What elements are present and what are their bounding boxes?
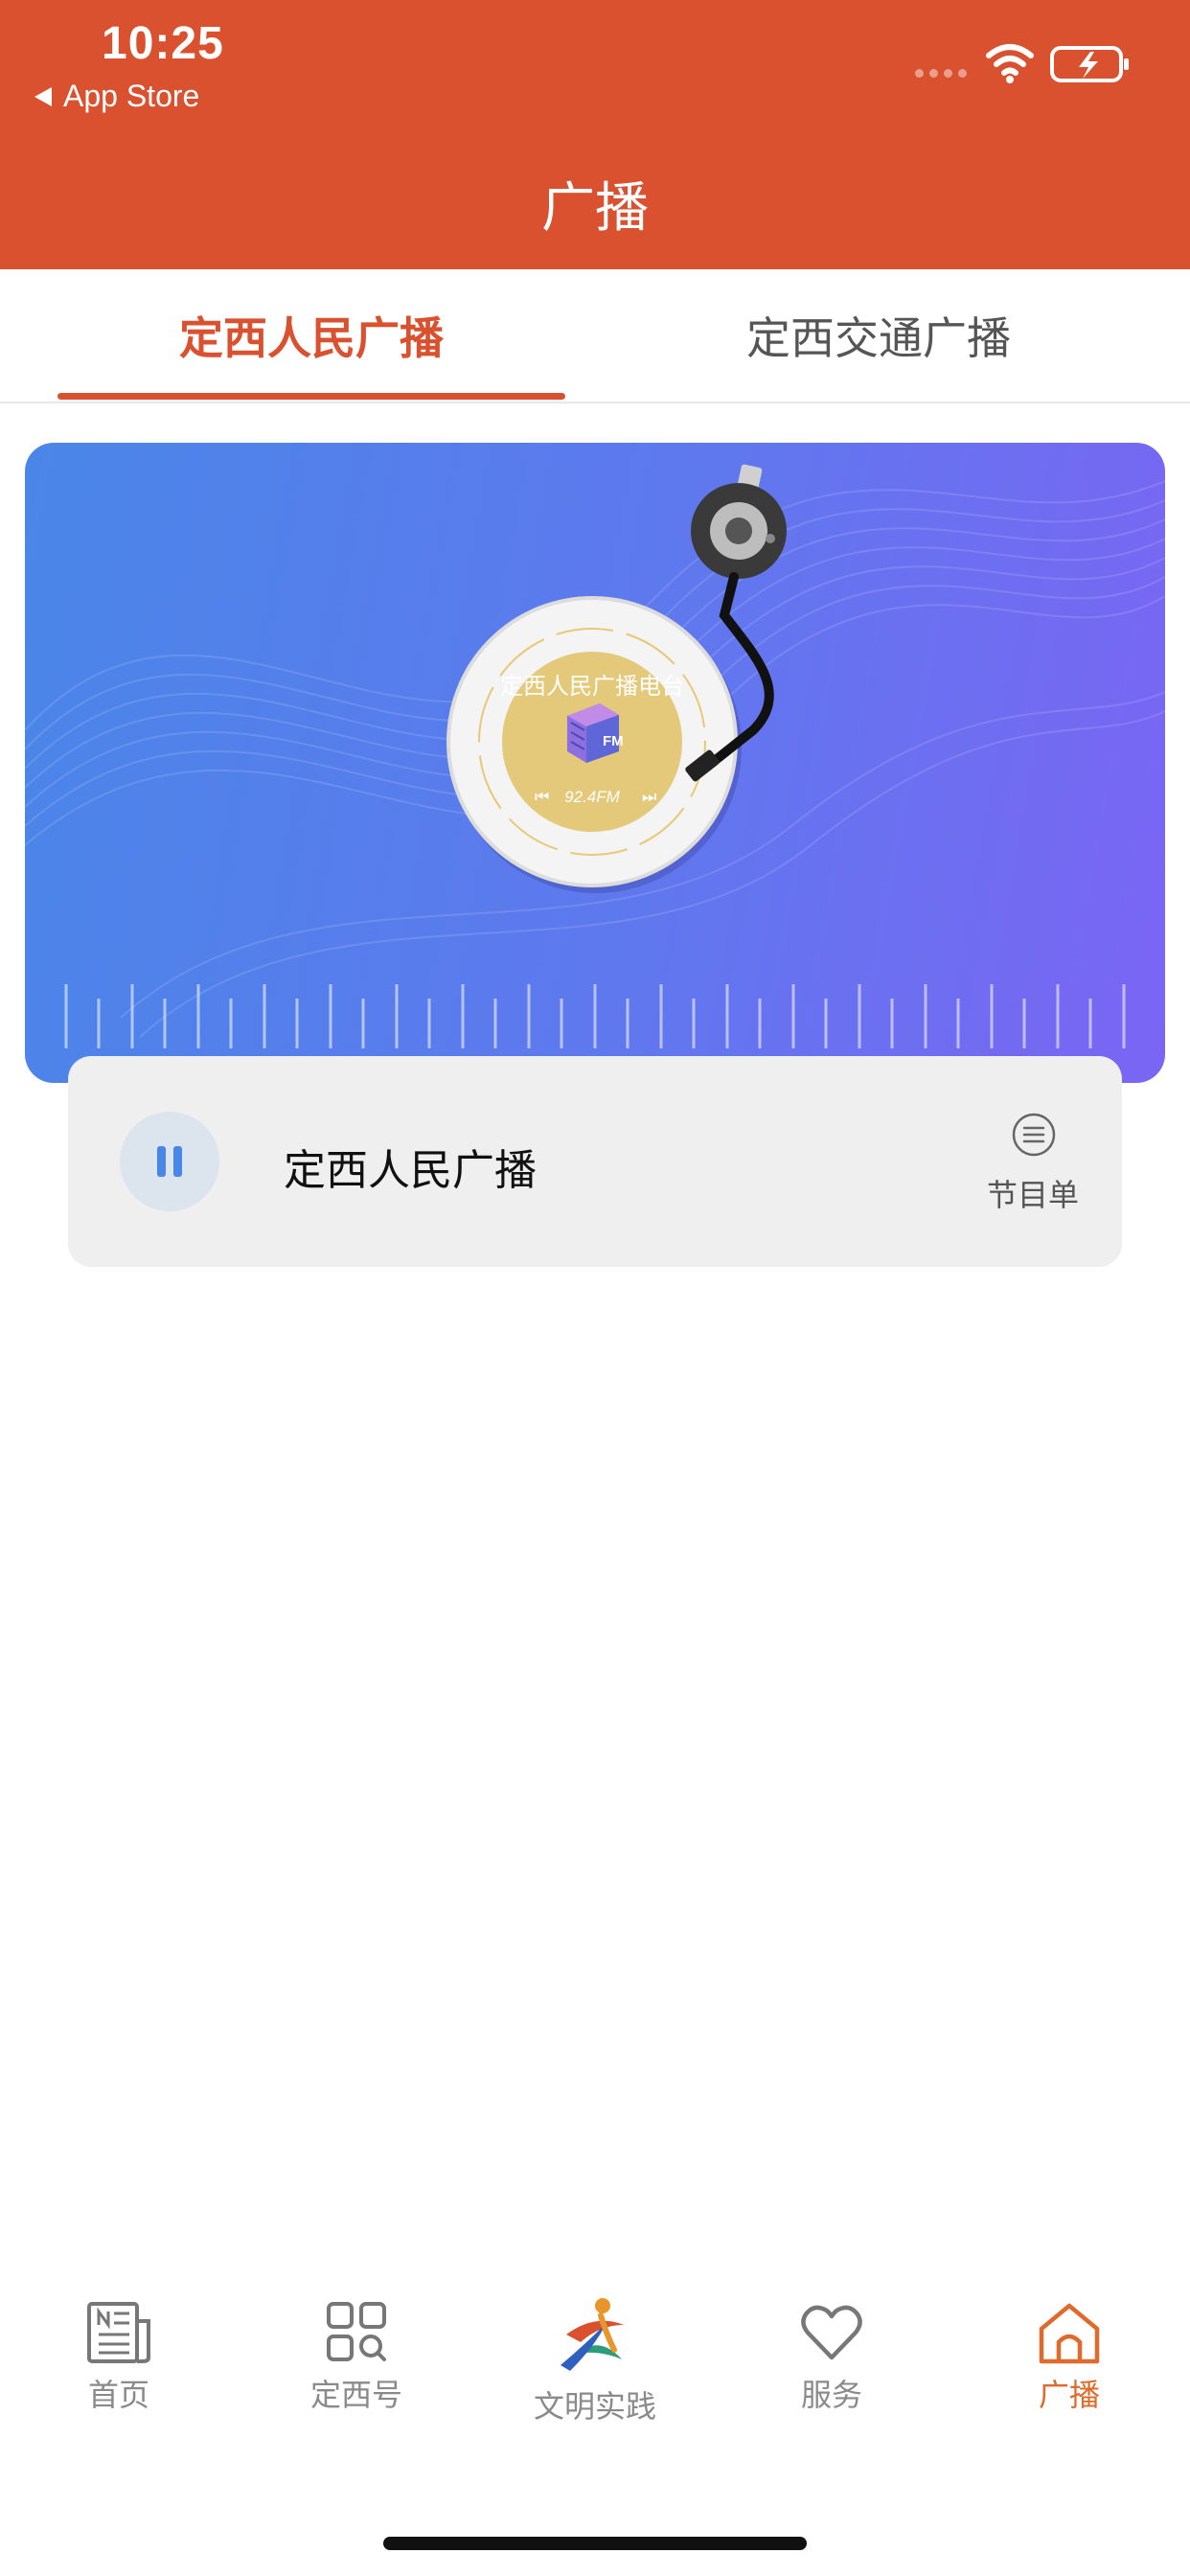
radio-banner: 定西人民广播电台 FM ⏮ 92.4FM ⏭	[25, 443, 1165, 1083]
pause-icon	[157, 1146, 166, 1177]
playlist-button[interactable]: 节目单	[987, 1171, 1079, 1215]
now-playing-station: 定西人民广播	[284, 1146, 537, 1195]
heart-icon	[801, 2305, 862, 2360]
nav-home[interactable]: 首页	[42, 2300, 195, 2415]
status-time: 10:25	[102, 18, 224, 69]
tab-dingxi-traffic-radio[interactable]: 定西交通广播	[625, 269, 1133, 402]
home-indicator[interactable]	[383, 2537, 807, 2550]
prev-icon: ⏮	[535, 788, 549, 806]
player-card	[68, 1056, 1122, 1267]
news-icon	[87, 2302, 150, 2363]
bottom-nav: 首页 定西号 文明实践 服务 广播	[0, 2298, 1190, 2492]
pause-button[interactable]	[120, 1112, 219, 1211]
nav-label-dingxi-hao: 定西号	[309, 2377, 402, 2413]
back-to-app-store[interactable]: App Store	[34, 79, 199, 114]
page-title: 广播	[541, 177, 649, 240]
home-icon	[1039, 2303, 1100, 2364]
nav-civilization[interactable]: 文明实践	[518, 2296, 672, 2426]
cellular-signal-icon	[915, 69, 967, 78]
next-icon: ⏭	[642, 788, 656, 806]
pause-icon-bar	[173, 1146, 182, 1177]
nav-label-home: 首页	[87, 2377, 149, 2413]
frequency-label: 92.4FM	[564, 788, 620, 806]
nav-label-civilization: 文明实践	[533, 2388, 656, 2425]
frequency-ticks	[64, 984, 1126, 1048]
channel-tabs: 定西人民广播 定西交通广播	[0, 269, 1190, 403]
record-title: 定西人民广播电台	[500, 673, 684, 700]
playlist-icon[interactable]	[1012, 1113, 1056, 1157]
nav-services[interactable]: 服务	[755, 2300, 908, 2415]
nav-label-broadcast: 广播	[1038, 2377, 1100, 2413]
grid-search-icon	[327, 2302, 386, 2361]
banner-artwork: 定西人民广播电台 FM ⏮ 92.4FM ⏭	[25, 464, 1165, 1048]
back-app-label: App Store	[63, 79, 200, 113]
active-tab-indicator	[57, 393, 565, 400]
battery-charging-icon	[1050, 46, 1129, 82]
wifi-icon	[986, 44, 1034, 83]
fm-badge: FM	[603, 733, 624, 749]
back-arrow-icon	[34, 86, 52, 106]
nav-broadcast[interactable]: 广播	[993, 2300, 1146, 2415]
nav-dingxi-hao[interactable]: 定西号	[280, 2300, 433, 2415]
nav-label-services: 服务	[800, 2377, 862, 2413]
tab-dingxi-people-radio[interactable]: 定西人民广播	[57, 269, 565, 402]
civilization-logo-icon	[561, 2298, 624, 2371]
